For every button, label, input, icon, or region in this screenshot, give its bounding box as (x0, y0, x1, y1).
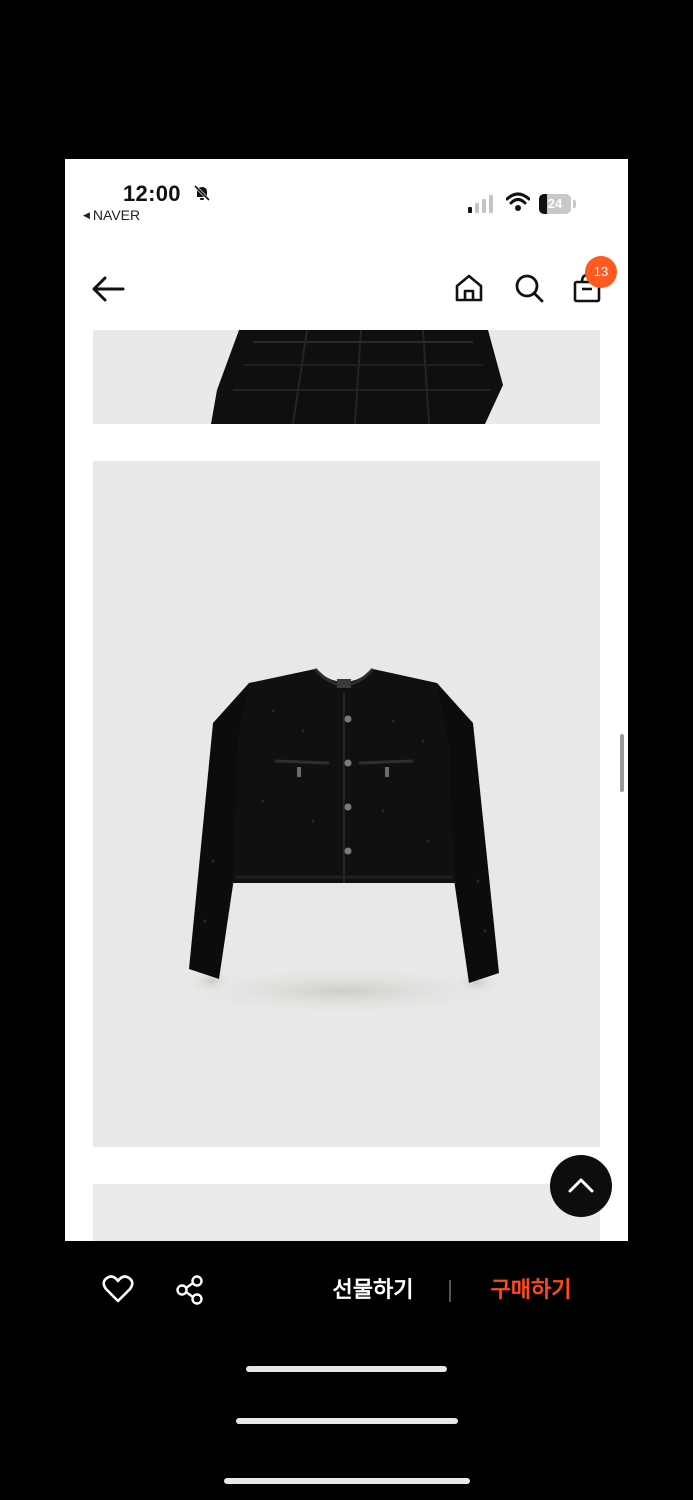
battery-level: 24 (547, 196, 563, 211)
home-icon[interactable] (453, 272, 485, 304)
app-screen: 12:00 ◀ NAVER 24 13 (65, 159, 628, 1241)
home-indicator-bar (224, 1478, 470, 1484)
search-icon[interactable] (513, 272, 545, 304)
buy-button[interactable]: 구매하기 (476, 1274, 586, 1306)
battery-indicator: 24 (539, 194, 576, 214)
battery-nub (573, 200, 576, 208)
share-icon[interactable] (174, 1274, 206, 1306)
cart-badge: 13 (585, 256, 617, 288)
tweed-skirt-image (93, 330, 600, 424)
back-app-label: NAVER (92, 207, 141, 223)
battery-body: 24 (539, 194, 571, 214)
battery-fill (539, 194, 547, 214)
scroll-indicator[interactable] (620, 734, 624, 792)
home-indicator-bar (246, 1366, 447, 1372)
status-time: 12:00 (123, 181, 181, 206)
next-product-image (93, 1184, 600, 1241)
back-to-app-link[interactable]: ◀ NAVER (83, 207, 140, 223)
heart-icon[interactable] (102, 1274, 134, 1304)
back-arrow-icon[interactable] (91, 271, 127, 307)
chevron-up-icon (568, 1178, 594, 1193)
home-indicator-bar (236, 1418, 458, 1424)
bell-off-icon (193, 184, 211, 202)
cellular-signal-icon (468, 195, 493, 213)
back-triangle-icon: ◀ (83, 209, 90, 220)
wifi-icon (506, 192, 530, 211)
scroll-top-button[interactable] (550, 1155, 612, 1217)
gift-button[interactable]: 선물하기 (318, 1274, 428, 1306)
tweed-cropped-jacket-image (93, 461, 600, 1147)
action-divider (449, 1280, 451, 1302)
